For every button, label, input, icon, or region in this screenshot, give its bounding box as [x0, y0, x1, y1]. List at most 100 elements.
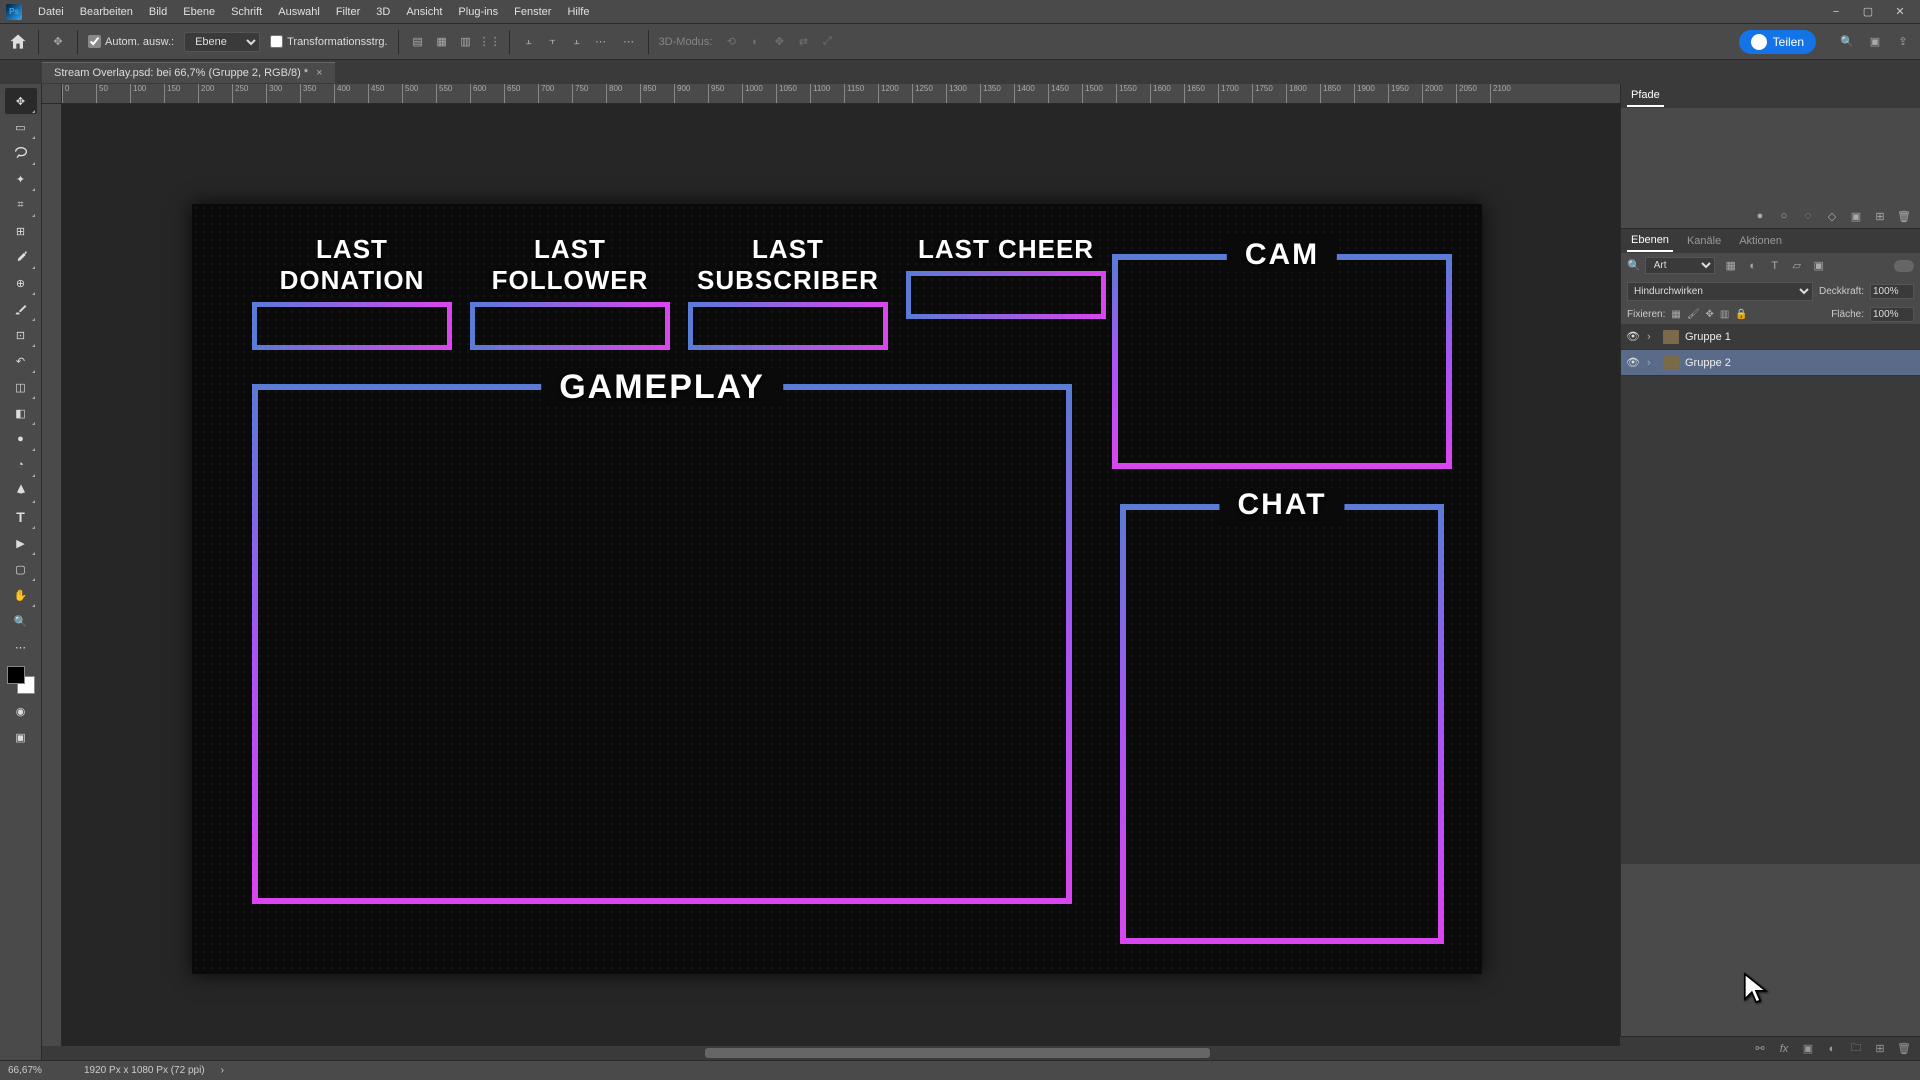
- hand-tool[interactable]: ✋: [5, 582, 37, 608]
- vertical-ruler[interactable]: [42, 104, 62, 1060]
- document-tab[interactable]: Stream Overlay.psd: bei 66,7% (Gruppe 2,…: [42, 62, 335, 83]
- zoom-level[interactable]: 66,67%: [8, 1065, 68, 1076]
- menu-fenster[interactable]: Fenster: [506, 2, 559, 22]
- tab-kanaele[interactable]: Kanäle: [1683, 231, 1725, 251]
- last-cheer-box[interactable]: LAST CHEER: [906, 234, 1106, 350]
- visibility-toggle-icon[interactable]: 👁: [1625, 356, 1641, 369]
- delete-layer-icon[interactable]: 🗑: [1896, 1041, 1912, 1057]
- gradient-tool[interactable]: ◧: [5, 400, 37, 426]
- adjustment-layer-icon[interactable]: ◐: [1824, 1041, 1840, 1057]
- brush-tool[interactable]: [5, 296, 37, 322]
- tab-aktionen[interactable]: Aktionen: [1735, 231, 1786, 251]
- workspace-icon[interactable]: ▣: [1866, 33, 1884, 51]
- horizontal-scrollbar[interactable]: [42, 1046, 1620, 1060]
- layer-filter-type[interactable]: Art: [1645, 257, 1715, 274]
- foreground-color-swatch[interactable]: [7, 666, 25, 684]
- path-to-selection-icon[interactable]: ◌: [1800, 208, 1816, 224]
- menu-schrift[interactable]: Schrift: [223, 2, 270, 22]
- last-subscriber-box[interactable]: LAST SUBSCRIBER: [688, 234, 888, 350]
- menu-auswahl[interactable]: Auswahl: [270, 2, 328, 22]
- gameplay-frame[interactable]: GAMEPLAY: [252, 384, 1072, 904]
- opacity-input[interactable]: [1870, 284, 1914, 299]
- filter-type-icon[interactable]: T: [1767, 259, 1783, 273]
- share-button[interactable]: Teilen: [1739, 30, 1816, 54]
- eraser-tool[interactable]: ◫: [5, 374, 37, 400]
- transform-controls-checkbox[interactable]: Transformationsstrg.: [270, 35, 387, 48]
- selection-to-path-icon[interactable]: ◇: [1824, 208, 1840, 224]
- distribute-v-icon[interactable]: ⋯: [592, 33, 610, 51]
- expand-icon[interactable]: ›: [1647, 331, 1657, 343]
- close-document-icon[interactable]: ×: [316, 67, 322, 79]
- lock-all-icon[interactable]: 🔒: [1735, 309, 1747, 320]
- align-top-icon[interactable]: ⫠: [520, 33, 538, 51]
- type-tool[interactable]: T: [5, 504, 37, 530]
- menu-ebene[interactable]: Ebene: [175, 2, 223, 22]
- ruler-origin[interactable]: [42, 84, 62, 104]
- tab-pfade[interactable]: Pfade: [1627, 85, 1664, 107]
- layer-name-label[interactable]: Gruppe 1: [1685, 331, 1731, 343]
- home-icon[interactable]: [8, 32, 28, 52]
- screen-mode-icon[interactable]: ▣: [5, 724, 37, 750]
- color-swatches[interactable]: [7, 666, 35, 694]
- align-bottom-icon[interactable]: ⫠: [568, 33, 586, 51]
- layer-style-icon[interactable]: fx: [1776, 1041, 1792, 1057]
- menu-plugins[interactable]: Plug-ins: [450, 2, 506, 22]
- menu-filter[interactable]: Filter: [328, 2, 368, 22]
- horizontal-ruler[interactable]: 0501001502002503003504004505005506006507…: [62, 84, 1620, 104]
- auto-select-checkbox[interactable]: Autom. ausw.:: [88, 35, 174, 48]
- add-mask-icon[interactable]: ▣: [1848, 208, 1864, 224]
- new-group-icon[interactable]: 🗀: [1848, 1041, 1864, 1057]
- link-layers-icon[interactable]: ⚯: [1752, 1041, 1768, 1057]
- marquee-tool[interactable]: ▭: [5, 114, 37, 140]
- new-path-icon[interactable]: ⊞: [1872, 208, 1888, 224]
- clone-stamp-tool[interactable]: ⊡: [5, 322, 37, 348]
- menu-ansicht[interactable]: Ansicht: [398, 2, 450, 22]
- align-middle-icon[interactable]: ⫟: [544, 33, 562, 51]
- stroke-path-icon[interactable]: ○: [1776, 208, 1792, 224]
- fill-input[interactable]: [1870, 307, 1914, 322]
- window-maximize[interactable]: ▢: [1854, 3, 1882, 21]
- magic-wand-tool[interactable]: ✦: [5, 166, 37, 192]
- filter-smart-icon[interactable]: ▣: [1811, 259, 1827, 273]
- expand-icon[interactable]: ›: [1647, 357, 1657, 369]
- delete-path-icon[interactable]: 🗑: [1896, 208, 1912, 224]
- menu-3d[interactable]: 3D: [368, 2, 398, 22]
- filter-toggle[interactable]: [1894, 260, 1914, 272]
- path-selection-tool[interactable]: ▶: [5, 530, 37, 556]
- tab-ebenen[interactable]: Ebenen: [1627, 230, 1673, 252]
- new-layer-icon[interactable]: ⊞: [1872, 1041, 1888, 1057]
- eyedropper-tool[interactable]: [5, 244, 37, 270]
- history-brush-tool[interactable]: ↶: [5, 348, 37, 374]
- lock-transparency-icon[interactable]: ▦: [1671, 309, 1680, 320]
- pen-tool[interactable]: [5, 478, 37, 504]
- last-donation-box[interactable]: LAST DONATION: [252, 234, 452, 350]
- zoom-tool[interactable]: 🔍: [5, 608, 37, 634]
- window-minimize[interactable]: −: [1822, 3, 1850, 21]
- blend-mode-select[interactable]: Hindurchwirken: [1627, 282, 1813, 301]
- align-left-icon[interactable]: ▤: [409, 33, 427, 51]
- align-center-h-icon[interactable]: ▦: [433, 33, 451, 51]
- more-align-icon[interactable]: ⋯: [620, 33, 638, 51]
- rectangle-tool[interactable]: ▢: [5, 556, 37, 582]
- edit-toolbar-icon[interactable]: ⋯: [5, 634, 37, 660]
- layer-list[interactable]: 👁 › Gruppe 1 👁 › Gruppe 2: [1621, 324, 1920, 864]
- window-close[interactable]: ✕: [1886, 3, 1914, 21]
- filter-adjust-icon[interactable]: ◐: [1745, 259, 1761, 273]
- align-right-icon[interactable]: ▥: [457, 33, 475, 51]
- search-icon[interactable]: 🔍: [1838, 33, 1856, 51]
- layer-mask-icon[interactable]: ▣: [1800, 1041, 1816, 1057]
- layer-name-label[interactable]: Gruppe 2: [1685, 357, 1731, 369]
- move-tool[interactable]: ✥: [5, 88, 37, 114]
- visibility-toggle-icon[interactable]: 👁: [1625, 330, 1641, 343]
- cam-frame[interactable]: CAM: [1112, 254, 1452, 469]
- blur-tool[interactable]: ●: [5, 426, 37, 452]
- menu-bearbeiten[interactable]: Bearbeiten: [72, 2, 141, 22]
- healing-brush-tool[interactable]: ⊕: [5, 270, 37, 296]
- fill-path-icon[interactable]: ●: [1752, 208, 1768, 224]
- dodge-tool[interactable]: ◔: [5, 452, 37, 478]
- export-icon[interactable]: ⇪: [1894, 33, 1912, 51]
- last-follower-box[interactable]: LAST FOLLOWER: [470, 234, 670, 350]
- move-tool-indicator-icon[interactable]: ✥: [49, 33, 67, 51]
- menu-bild[interactable]: Bild: [141, 2, 175, 22]
- artboard[interactable]: LAST DONATION LAST FOLLOWER LAST SUBSCRI…: [192, 204, 1482, 974]
